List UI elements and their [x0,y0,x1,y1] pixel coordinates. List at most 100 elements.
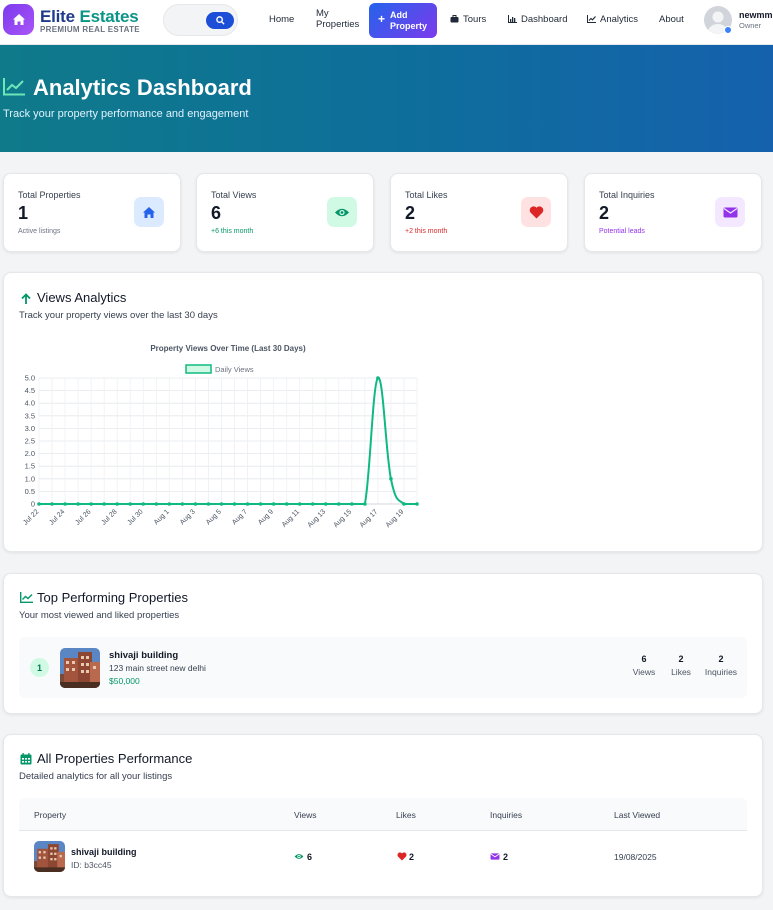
y-tick-label: 3.0 [25,424,35,433]
data-point [128,502,133,506]
property-thumbnail[interactable] [34,841,65,872]
x-tick-label: Aug 15 [333,508,354,529]
inquiries-count: 2 [503,852,509,862]
top-performing-card: Top Performing Properties Your most view… [3,573,763,714]
nav-dashboard-link[interactable]: Dashboard [508,14,567,25]
data-point [271,502,276,506]
metric-inquiries: 2 Inquiries [704,654,738,677]
metric-views: 6 Views [632,654,656,677]
x-tick-label: Aug 19 [385,508,406,529]
eye-icon [294,854,304,859]
chart-title: Property Views Over Time (Last 30 Days) [150,344,306,353]
stat-value: 6 [211,203,222,223]
nav-about-link[interactable]: About [659,14,684,25]
data-point [50,502,54,506]
home-logo-icon[interactable] [3,4,34,35]
heart-icon [397,852,407,861]
property-address: 123 main street new delhi [109,663,206,673]
metric-likes: 2 Likes [671,654,691,677]
stat-card-total-properties: Total Properties 1 Active listings [3,173,181,252]
stat-note: Active listings [18,228,61,235]
stat-note: Potential leads [599,228,645,235]
property-thumbnail[interactable] [60,648,100,688]
x-tick-label: Jul 22 [22,508,40,526]
column-header[interactable]: Views [294,810,317,820]
add-property-button[interactable]: + Add Property [369,3,437,38]
eye-icon [327,197,357,227]
data-point [363,502,367,506]
data-point [336,502,341,506]
property-name[interactable]: shivaji building [71,847,137,857]
search-button[interactable] [206,12,234,29]
x-tick-label: Aug 13 [307,508,328,529]
x-tick-label: Aug 11 [281,508,301,528]
list-item[interactable]: 1 shivaji building 123 main street new d… [19,637,747,698]
data-point [310,502,315,506]
stat-value: 2 [599,203,610,223]
nav-analytics-link[interactable]: Analytics [587,14,638,25]
legend-label: Daily Views [215,365,254,374]
data-point [89,502,93,506]
data-point [389,477,393,481]
data-point [350,502,354,506]
data-point [232,502,237,506]
all-properties-card: All Properties Performance Detailed anal… [3,734,763,897]
nav-tours-link[interactable]: Tours [450,14,486,25]
column-header[interactable]: Likes [396,810,416,820]
x-tick-label: Aug 5 [205,508,223,526]
stat-value: 1 [18,203,29,223]
likes-count: 2 [409,852,415,862]
y-tick-label: 0.5 [25,487,35,496]
heart-icon [521,197,551,227]
section-title: Top Performing Properties [37,590,189,605]
table-header: Property Views Likes Inquiries Last View… [19,798,747,831]
stat-card-total-likes: Total Likes 2 +2 this month [390,173,568,252]
envelope-icon [490,853,500,860]
column-header[interactable]: Property [34,810,66,820]
property-name[interactable]: shivaji building [109,650,178,661]
data-point [258,502,263,506]
brand-tagline: PREMIUM REAL ESTATE [40,25,140,34]
x-tick-label: Jul 26 [74,508,92,526]
nav-my-properties-link[interactable]: My Properties [316,8,359,30]
data-point [102,502,106,506]
x-tick-label: Jul 30 [127,508,145,526]
data-point [402,502,406,506]
data-point [76,502,80,506]
last-viewed-date: 19/08/2025 [614,852,657,862]
trend-chart-icon [20,592,33,603]
data-point [415,502,419,506]
briefcase-icon [450,15,459,23]
y-tick-label: 1.0 [25,474,35,483]
plus-icon: + [378,12,386,26]
x-tick-label: Aug 9 [257,508,275,526]
user-role: Owner [739,21,762,30]
stat-value: 2 [405,203,416,223]
property-id: ID: b3cc45 [71,860,112,870]
stat-label: Total Views [211,190,257,200]
data-point [284,502,289,506]
data-point [193,502,198,506]
home-icon [134,197,164,227]
user-name[interactable]: newmm [739,10,773,20]
data-point [323,502,328,506]
nav-home-link[interactable]: Home [269,14,294,25]
y-tick-label: 0 [31,500,35,509]
x-tick-label: Aug 3 [179,508,197,526]
stat-label: Total Likes [405,190,448,200]
column-header[interactable]: Inquiries [490,810,522,820]
brand-name[interactable]: Elite Estates [40,7,139,27]
column-header[interactable]: Last Viewed [614,810,660,820]
stat-label: Total Inquiries [599,190,655,200]
stat-card-total-inquiries: Total Inquiries 2 Potential leads [584,173,762,252]
search-input[interactable] [170,11,202,29]
y-tick-label: 5.0 [25,374,35,383]
page-title: Analytics Dashboard [33,75,252,100]
y-tick-label: 2.5 [25,437,35,446]
data-point [180,502,185,506]
views-analytics-card: Views Analytics Track your property view… [3,272,763,552]
data-point [37,502,41,506]
rank-badge: 1 [30,658,49,677]
y-tick-label: 1.5 [25,462,35,471]
data-point [219,502,224,506]
